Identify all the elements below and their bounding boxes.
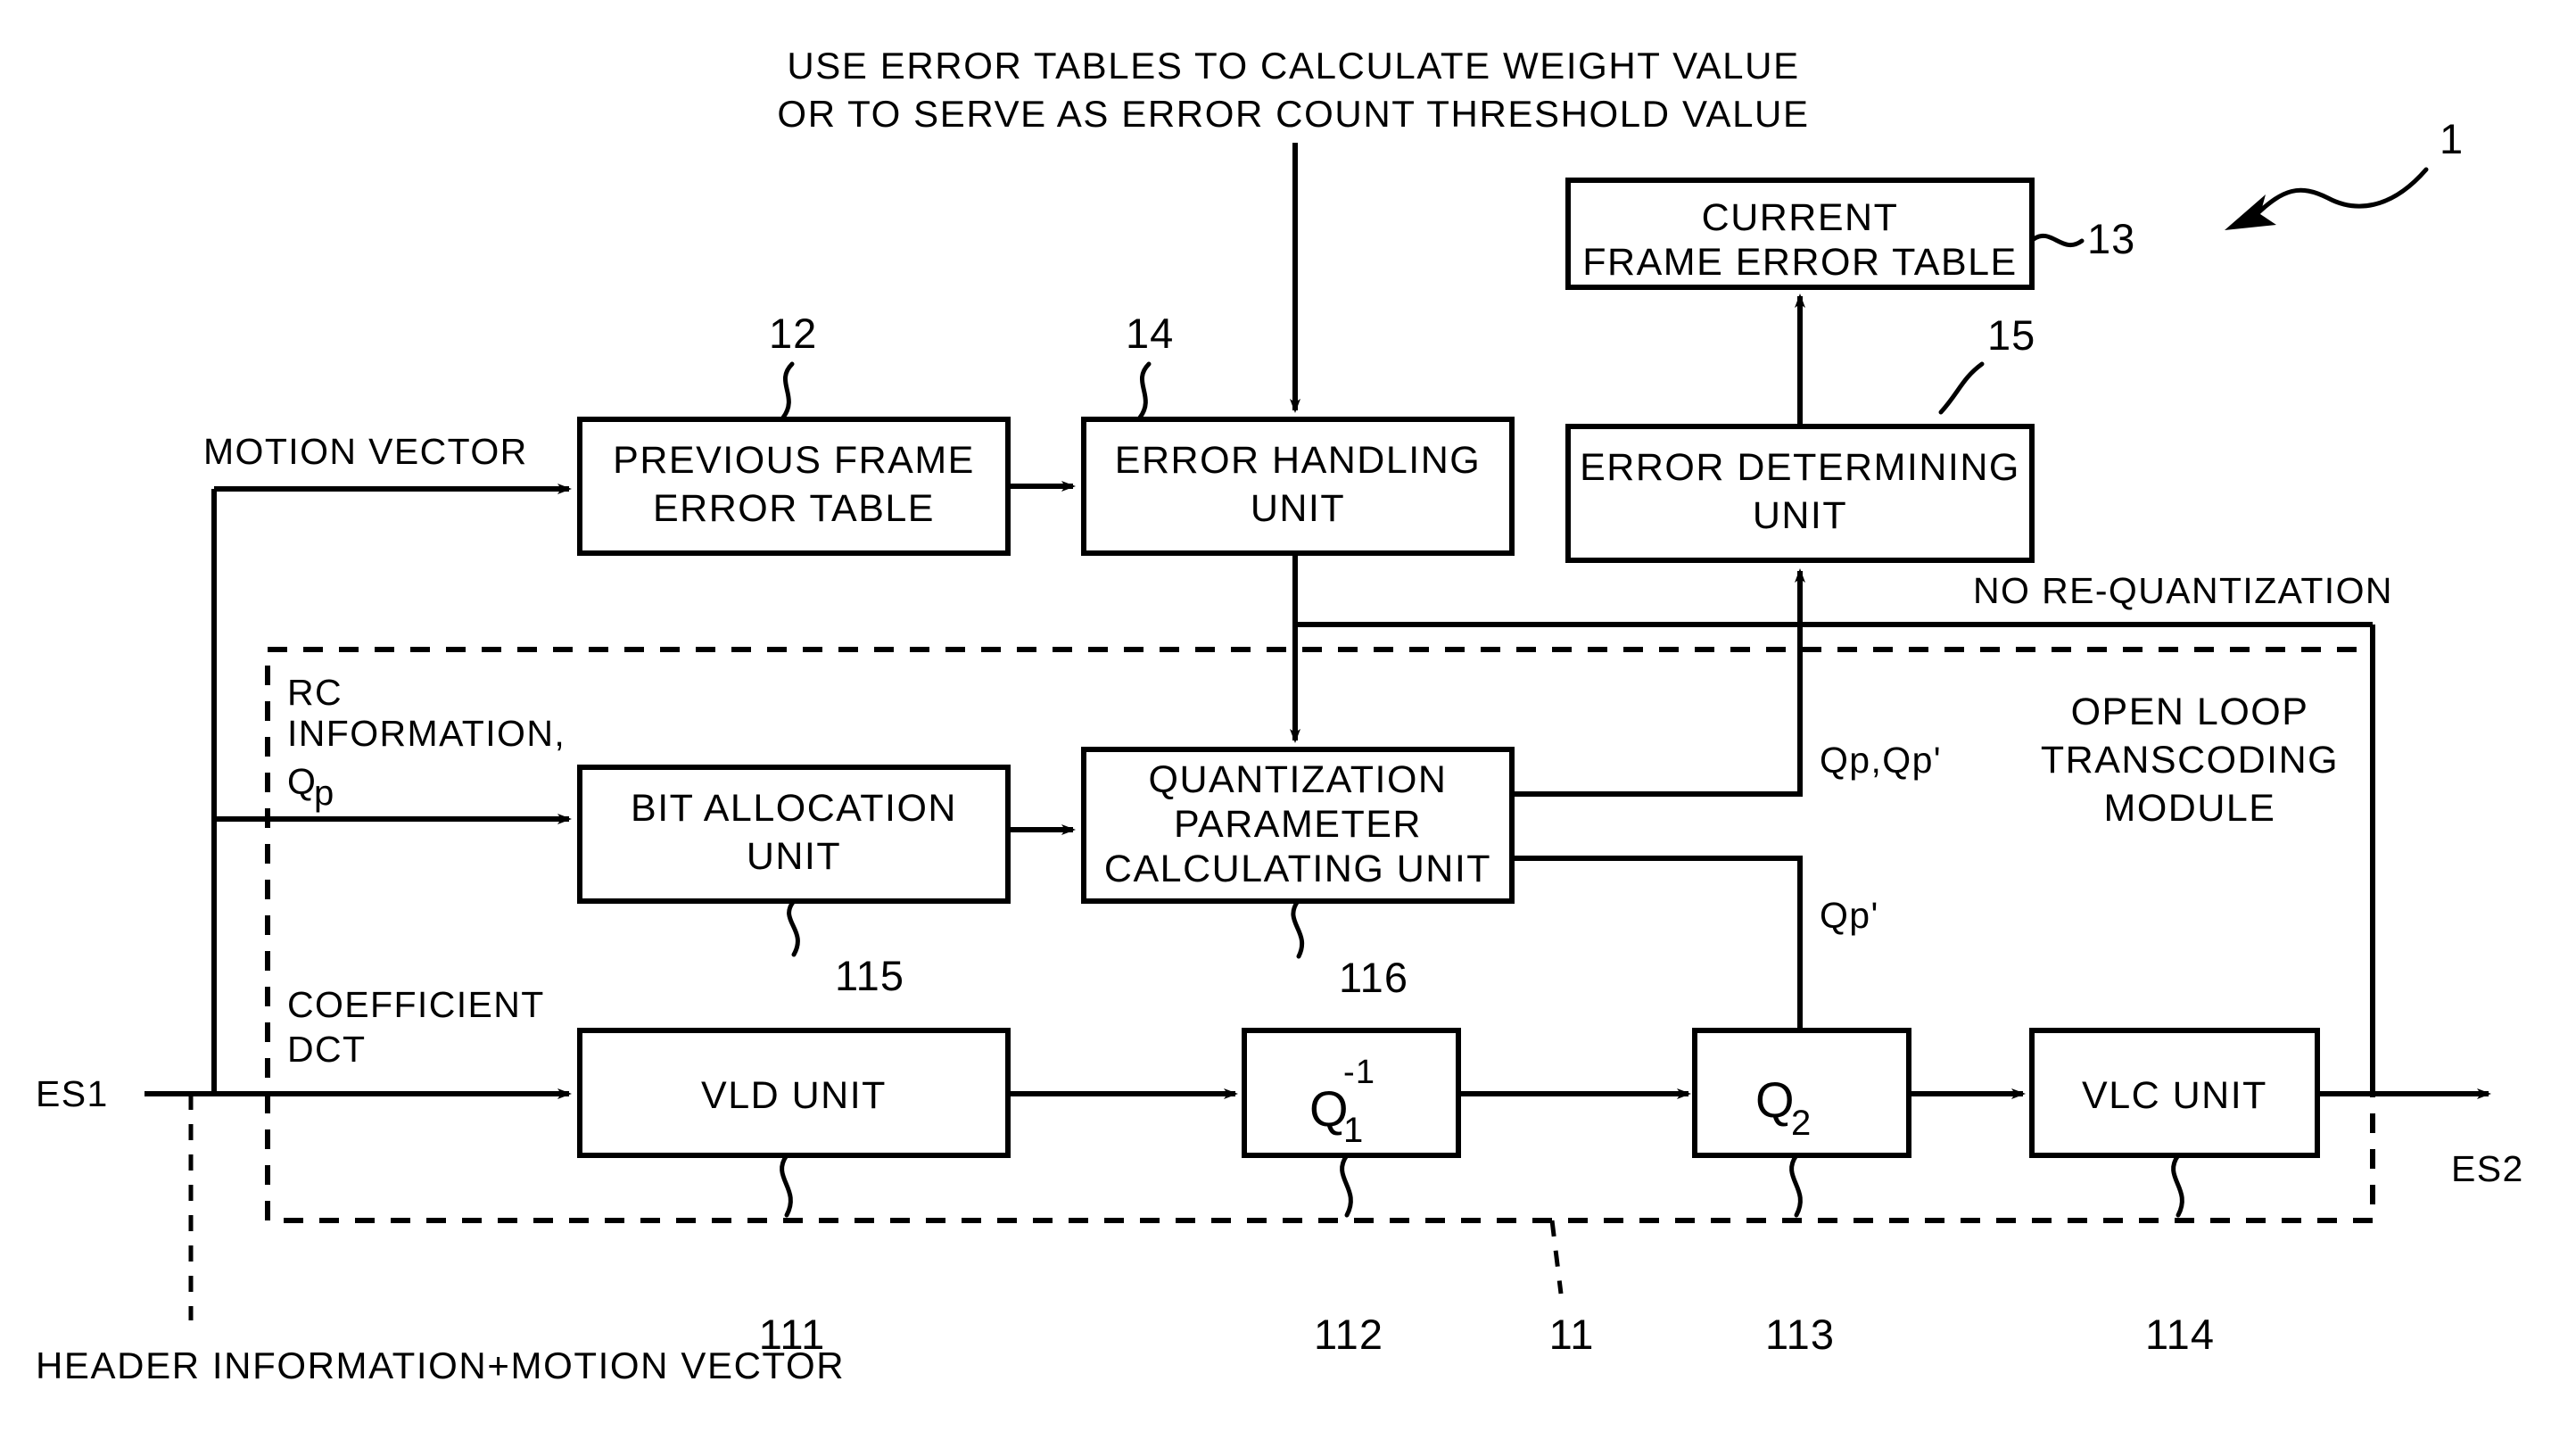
error-handling-unit-line1: ERROR HANDLING: [1115, 439, 1481, 482]
bottom-caption: HEADER INFORMATION+MOTION VECTOR: [36, 1344, 845, 1386]
quantizer-2-base: Q: [1755, 1071, 1795, 1128]
es1-label: ES1: [36, 1073, 109, 1114]
ref-15-leader: [1938, 361, 1985, 415]
inverse-quantizer-superscript: -1: [1343, 1054, 1375, 1091]
rc-information-qp-subscript: p: [314, 774, 334, 813]
current-frame-error-table-line1: CURRENT: [1702, 196, 1899, 239]
ref-114-label: 114: [2145, 1311, 2215, 1358]
module-label-line3: MODULE: [2104, 787, 2276, 830]
ref-114-leader: [2171, 1153, 2184, 1218]
qpc-unit-line3: CALCULATING UNIT: [1104, 848, 1491, 890]
top-caption-line1: USE ERROR TABLES TO CALCULATE WEIGHT VAL…: [787, 45, 1799, 87]
error-determining-unit-line1: ERROR DETERMINING: [1580, 446, 2020, 489]
ref-112-leader: [1340, 1153, 1353, 1218]
patent-figure: USE ERROR TABLES TO CALCULATE WEIGHT VAL…: [0, 0, 2576, 1456]
top-caption-line2: OR TO SERVE AS ERROR COUNT THRESHOLD VAL…: [777, 93, 1809, 135]
qp-qpprime-label: Qp,Qp': [1820, 740, 1942, 781]
vlc-unit-label: VLC UNIT: [2082, 1074, 2267, 1117]
qpprime-label: Qp': [1820, 895, 1879, 936]
ref-113-leader: [1789, 1153, 1803, 1218]
ref-15-label: 15: [1987, 311, 2035, 359]
ref-115-label: 115: [835, 952, 904, 999]
ref-14-label: 14: [1126, 310, 1174, 357]
bit-allocation-unit-line2: UNIT: [747, 835, 841, 878]
rc-information-line2: INFORMATION,: [287, 713, 566, 754]
es2-label: ES2: [2451, 1148, 2524, 1189]
ref-113-label: 113: [1765, 1311, 1835, 1358]
ref-116-leader: [1291, 898, 1305, 959]
figure-ref-leader: [2254, 167, 2429, 217]
ref-14-leader: [1137, 361, 1152, 420]
error-handling-unit-line2: UNIT: [1251, 487, 1345, 530]
inverse-quantizer-subscript: 1: [1343, 1111, 1364, 1150]
module-label-line2: TRANSCODING: [2041, 739, 2339, 782]
error-determining-unit-line2: UNIT: [1753, 494, 1847, 537]
block-diagram-svg: USE ERROR TABLES TO CALCULATE WEIGHT VAL…: [36, 45, 2524, 1386]
ref-112-label: 112: [1314, 1311, 1383, 1358]
figure-ref-arrowhead: [2225, 194, 2276, 230]
rc-information-qp-base: Q: [287, 761, 317, 802]
ref-11-leader: [1549, 1220, 1564, 1295]
vld-unit-label: VLD UNIT: [701, 1074, 887, 1117]
motion-vector-label: MOTION VECTOR: [203, 431, 528, 472]
rc-information-line1: RC: [287, 672, 343, 713]
ref-116-label: 116: [1339, 954, 1408, 1001]
qpc-unit-line2: PARAMETER: [1174, 803, 1422, 846]
ref-13-leader: [2031, 233, 2085, 248]
ref-111-leader: [780, 1153, 793, 1218]
ref-115-leader: [787, 898, 800, 957]
figure-ref-label: 1: [2440, 115, 2464, 162]
module-label-line1: OPEN LOOP: [2071, 691, 2309, 733]
qpc-unit-line1: QUANTIZATION: [1149, 758, 1448, 801]
coefficient-dct-line1: COEFFICIENT: [287, 984, 545, 1025]
previous-frame-error-table-line1: PREVIOUS FRAME: [613, 439, 975, 482]
bit-allocation-unit-line1: BIT ALLOCATION: [631, 787, 957, 830]
coefficient-dct-line2: DCT: [287, 1029, 366, 1070]
no-requantization-label: NO RE-QUANTIZATION: [1973, 570, 2393, 611]
quantizer-2-subscript: 2: [1791, 1104, 1812, 1143]
previous-frame-error-table-line2: ERROR TABLE: [653, 487, 935, 530]
ref-13-label: 13: [2087, 215, 2135, 262]
ref-11-label: 11: [1549, 1311, 1595, 1358]
ref-12-label: 12: [769, 310, 817, 357]
ref-12-leader: [780, 361, 795, 420]
current-frame-error-table-line2: FRAME ERROR TABLE: [1582, 241, 2017, 284]
